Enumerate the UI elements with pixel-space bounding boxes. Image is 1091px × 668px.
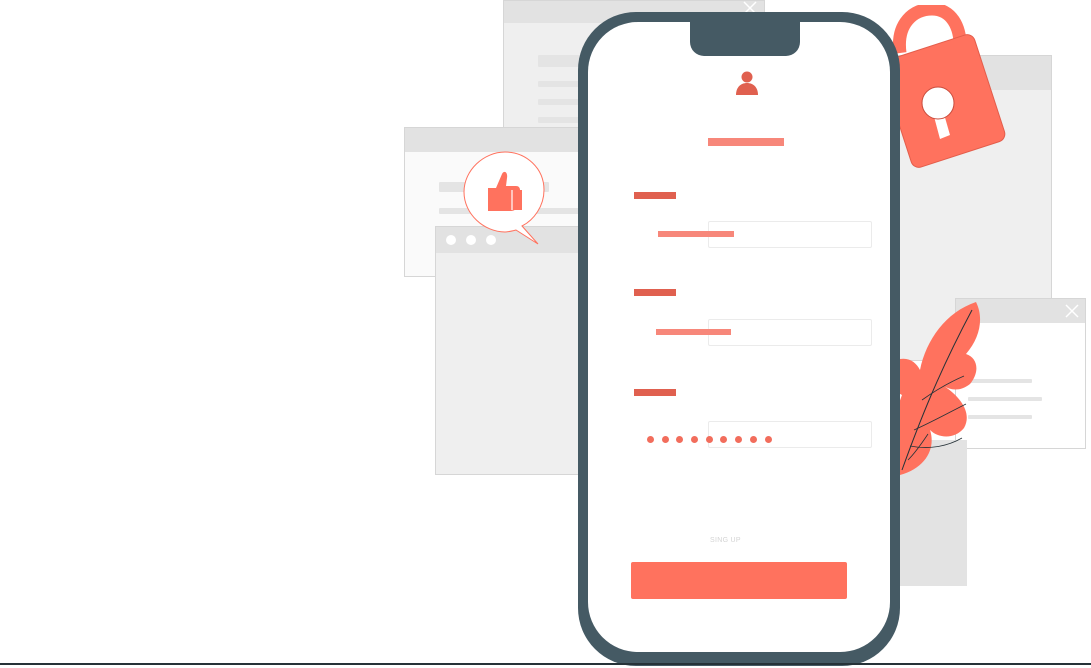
form-title [708,138,784,146]
close-icon[interactable] [1063,302,1081,320]
field-label [634,389,676,396]
field-label [634,192,676,199]
email-field[interactable] [708,319,872,346]
phone-notch [690,22,800,56]
user-icon [736,71,758,95]
ground-line [0,663,1091,665]
signup-text: SING UP [710,537,741,544]
thumbs-up-icon [463,151,545,245]
password-dots [647,430,787,443]
field-value [656,329,731,335]
field-label [634,289,676,296]
submit-button[interactable] [631,562,847,599]
field-value [658,231,734,237]
